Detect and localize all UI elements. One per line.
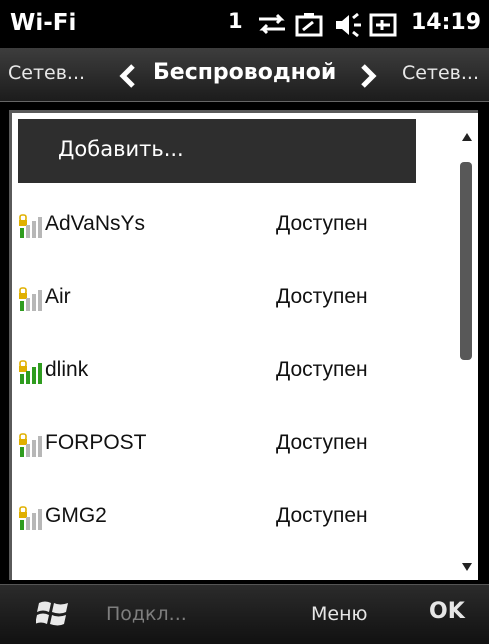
network-row[interactable]: GMG2 Доступен	[12, 481, 452, 554]
network-row[interactable]: FORPOST Доступен	[12, 408, 452, 481]
network-status: Доступен	[276, 285, 368, 308]
windows-start-icon[interactable]	[35, 597, 70, 633]
network-name: GMG2	[45, 504, 107, 527]
network-status: Доступен	[276, 504, 368, 527]
network-status: Доступен	[276, 358, 368, 381]
network-list: Добавить... AdVaNsYs Доступен Air Доступ…	[9, 110, 478, 580]
signal-weak-icon	[19, 506, 43, 534]
scroll-up-icon[interactable]	[462, 126, 472, 145]
scroll-thumb[interactable]	[460, 162, 472, 360]
network-row[interactable]: AdVaNsYs Доступен	[12, 189, 452, 262]
chevron-right-icon[interactable]	[358, 64, 378, 92]
menu-bar: Подкл... Меню OK	[0, 584, 489, 644]
ok-button[interactable]: OK	[429, 599, 465, 624]
network-name: Air	[45, 285, 71, 308]
menu-button[interactable]: Меню	[311, 603, 368, 625]
section-nav: Сетев... Беспроводной Сетев...	[0, 48, 489, 102]
notification-count: 1	[228, 9, 243, 33]
connect-softkey[interactable]: Подкл...	[106, 603, 187, 625]
network-row[interactable]: dlink Доступен	[12, 335, 452, 408]
add-network-button[interactable]: Добавить...	[18, 119, 416, 183]
connectivity-icon[interactable]	[255, 12, 289, 40]
nav-next-label[interactable]: Сетев...	[402, 62, 479, 84]
network-status: Доступен	[276, 212, 368, 235]
network-row[interactable]: Air Доступен	[12, 262, 452, 335]
volume-icon[interactable]	[334, 12, 364, 42]
signal-weak-icon	[19, 287, 43, 315]
clock[interactable]: 14:19	[411, 10, 481, 35]
app-title: Wi-Fi	[10, 10, 77, 36]
signal-weak-icon	[19, 433, 43, 461]
battery-icon[interactable]	[294, 12, 324, 42]
chevron-left-icon[interactable]	[118, 64, 138, 92]
signal-weak-icon	[19, 214, 43, 242]
network-name: FORPOST	[45, 431, 147, 454]
power-icon[interactable]	[368, 12, 398, 42]
status-bar: Wi-Fi 1 14:19	[0, 0, 489, 48]
signal-strong-icon	[19, 360, 43, 388]
scroll-down-icon[interactable]	[462, 556, 472, 575]
nav-current-label: Беспроводной	[153, 60, 337, 85]
network-status: Доступен	[276, 431, 368, 454]
nav-prev-label[interactable]: Сетев...	[8, 62, 85, 84]
network-name: AdVaNsYs	[45, 212, 145, 235]
network-name: dlink	[45, 358, 89, 381]
scrollbar[interactable]	[456, 116, 478, 578]
